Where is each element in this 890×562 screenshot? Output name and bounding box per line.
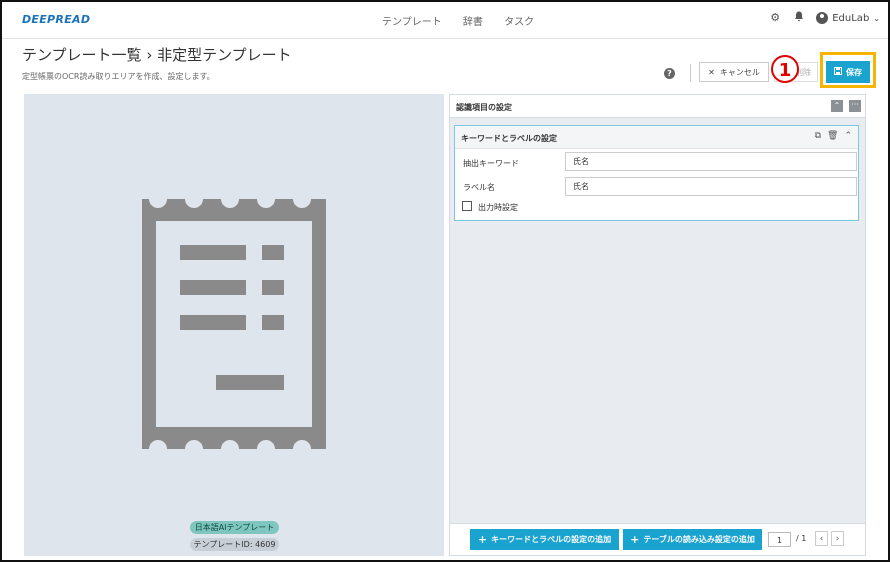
output-setting-checkbox[interactable] (462, 201, 472, 211)
settings-panel-title: 認識項目の設定 (456, 103, 512, 112)
add-keyword-label-text: キーワードとラベルの設定の追加 (491, 535, 612, 544)
top-nav: DEEPREAD テンプレート 辞書 タスク ⚙ EduLab ⌄ (2, 2, 888, 39)
keyword-label-card: キーワードとラベルの設定 ⧉ 🗑 ⌃ 抽出キーワード 氏名 ラベル名 氏名 出力… (454, 125, 859, 221)
step-marker: 1 (771, 55, 799, 83)
label-name-input[interactable]: 氏名 (565, 177, 857, 196)
add-table-reading-button[interactable]: + テーブルの読み込み設定の追加 (623, 529, 762, 550)
user-name: EduLab (832, 12, 870, 24)
more-options-icon[interactable]: ··· (849, 100, 861, 112)
settings-panel: 認識項目の設定 ⌃ ··· キーワードとラベルの設定 ⧉ 🗑 ⌃ 抽出キーワード… (449, 94, 866, 524)
app-window: DEEPREAD テンプレート 辞書 タスク ⚙ EduLab ⌄ テンプレート… (0, 0, 890, 562)
keyword-field-label: 抽出キーワード (463, 159, 519, 168)
add-table-reading-text: テーブルの読み込み設定の追加 (643, 535, 755, 544)
label-name-field-label: ラベル名 (463, 183, 495, 192)
plus-icon: + (630, 533, 640, 546)
template-type-badge: 日本語AIテンプレート (190, 521, 279, 534)
page-total: / 1 (796, 534, 807, 543)
close-icon: ✕ (708, 67, 715, 77)
trash-icon[interactable]: 🗑 (827, 131, 838, 141)
nav-link-dictionary[interactable]: 辞書 (463, 17, 483, 28)
card-header: キーワードとラベルの設定 ⧉ 🗑 ⌃ (455, 126, 858, 149)
nav-links: テンプレート 辞書 タスク (382, 13, 552, 28)
chevron-up-icon[interactable]: ⌃ (844, 131, 852, 141)
keyword-input[interactable]: 氏名 (565, 152, 857, 171)
receipt-icon (142, 199, 326, 449)
nav-link-templates[interactable]: テンプレート (382, 17, 442, 28)
output-setting-label: 出力時設定 (478, 203, 518, 212)
user-menu[interactable]: EduLab ⌄ (816, 12, 880, 24)
card-tools: ⧉ 🗑 ⌃ (815, 131, 852, 141)
cancel-button[interactable]: ✕ キャンセル (699, 62, 769, 82)
cancel-button-label: キャンセル (719, 67, 760, 77)
nav-right: ⚙ EduLab ⌄ (768, 11, 880, 25)
bell-icon[interactable] (792, 11, 806, 25)
settings-footer: + キーワードとラベルの設定の追加 + テーブルの読み込み設定の追加 1 / 1… (449, 524, 866, 556)
settings-panel-header: 認識項目の設定 ⌃ ··· (450, 95, 865, 118)
page-number-input[interactable]: 1 (768, 532, 791, 547)
collapse-all-icon[interactable]: ⌃ (831, 100, 843, 112)
gear-icon[interactable]: ⚙ (768, 11, 782, 25)
save-button-label: 保存 (846, 67, 862, 77)
floppy-disk-icon (834, 67, 842, 77)
document-preview[interactable]: 日本語AIテンプレート テンプレートID: 4609 (24, 94, 444, 556)
page-description: 定型帳票のOCR読み取りエリアを作成、設定します。 (22, 72, 215, 81)
template-id-badge: テンプレートID: 4609 (190, 538, 279, 551)
plus-icon: + (477, 533, 488, 546)
page-title: テンプレート一覧 › 非定型テンプレート (22, 46, 292, 64)
help-icon[interactable]: ? (664, 68, 675, 79)
copy-icon[interactable]: ⧉ (815, 131, 821, 141)
add-keyword-label-button[interactable]: + キーワードとラベルの設定の追加 (470, 529, 619, 550)
chevron-right-icon[interactable]: › (831, 531, 844, 546)
chevron-left-icon[interactable]: ‹ (815, 531, 828, 546)
nav-link-tasks[interactable]: タスク (504, 17, 534, 28)
chevron-down-icon: ⌄ (873, 13, 880, 23)
app-logo[interactable]: DEEPREAD (22, 13, 90, 26)
avatar (816, 12, 829, 24)
card-title: キーワードとラベルの設定 (461, 134, 557, 143)
toolbar-divider (690, 64, 691, 82)
save-button[interactable]: 保存 (826, 61, 870, 83)
